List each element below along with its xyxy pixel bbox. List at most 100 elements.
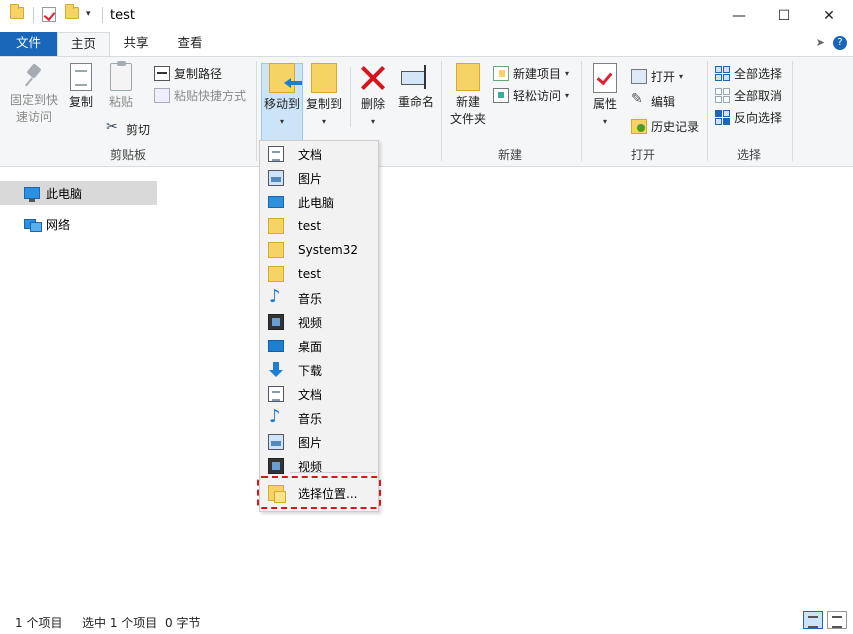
menu-item-folder[interactable]: test [260,262,378,286]
cut-button[interactable]: 剪切 [106,119,150,139]
new-folder-qa-icon[interactable] [65,4,79,19]
invert-selection-button[interactable]: 反向选择 [715,107,782,127]
menu-item-documents[interactable]: 文档 [260,142,378,166]
move-to-button[interactable]: 移动到 ▾ [261,63,303,130]
invert-selection-icon [715,109,730,125]
pc-icon [268,196,284,208]
ribbon-tools: ➤ ? [816,36,847,50]
new-folder-button[interactable]: 新建 文件夹 [447,63,489,128]
history-button[interactable]: 历史记录 [631,116,699,136]
paste-shortcut-label: 粘贴快捷方式 [174,88,247,103]
select-none-button[interactable]: 全部取消 [715,85,782,105]
documents-icon [268,386,284,402]
new-item-icon [493,65,509,81]
qa-customize-icon[interactable]: ▾ [86,9,91,19]
menu-item-music[interactable]: 音乐 [260,406,378,430]
new-item-button[interactable]: 新建项目 ▾ [493,63,569,83]
tab-home[interactable]: 主页 [57,32,110,56]
close-button[interactable]: ✕ [806,0,852,31]
copy-label: 复制 [68,95,93,109]
status-selected-size: 0 字节 [165,616,201,630]
group-label-new: 新建 [498,148,523,162]
pc-icon [24,187,40,202]
menu-item-pictures[interactable]: 图片 [260,166,378,190]
menu-item-folder[interactable]: System32 [260,238,378,262]
qa-separator [102,7,103,23]
menu-item-downloads[interactable]: 下载 [260,358,378,382]
menu-item-label: 此电脑 [298,195,335,210]
folder-icon [268,266,284,282]
folder-icon[interactable] [10,4,24,19]
tab-file[interactable]: 文件 [0,32,57,56]
easy-access-icon [493,87,509,103]
nav-item-label: 网络 [46,217,71,232]
open-button[interactable]: 打开 ▾ [631,66,683,86]
copy-to-label: 复制到 [305,97,342,111]
move-to-icon [269,63,302,93]
properties-icon [593,63,617,93]
menu-item-folder[interactable]: test [260,214,378,238]
copy-to-chevron-down-icon: ▾ [321,117,326,126]
delete-button[interactable]: 删除 ▾ [355,63,391,130]
pin-quick-access-button[interactable]: 固定到快 速访问 [6,63,62,126]
menu-item-label: System32 [298,243,359,257]
download-icon [268,362,284,378]
menu-item-label: 桌面 [298,339,323,354]
new-item-label: 新建项目 [513,66,562,81]
copy-path-button[interactable]: 复制路径 [154,63,222,83]
pin-ribbon-icon[interactable]: ➤ [816,36,825,50]
title-bar: ▾ test — ☐ ✕ [0,0,853,31]
easy-access-label: 轻松访问 [513,88,562,103]
copy-to-icon [311,63,337,93]
easy-access-button[interactable]: 轻松访问 ▾ [493,85,569,105]
large-icons-view-button[interactable] [827,611,847,629]
copy-path-icon [154,65,170,81]
nav-item-this-pc[interactable]: 此电脑 [0,181,157,205]
tab-share[interactable]: 共享 [110,32,162,56]
select-none-label: 全部取消 [734,88,783,103]
maximize-button[interactable]: ☐ [761,0,807,31]
music-icon [268,406,284,427]
minimize-button[interactable]: — [716,0,762,31]
menu-item-documents[interactable]: 文档 [260,382,378,406]
paste-shortcut-button[interactable]: 粘贴快捷方式 [154,85,246,105]
history-icon [631,118,647,134]
properties-chevron-down-icon: ▾ [602,117,607,126]
details-view-button[interactable] [803,611,823,629]
menu-item-label: 下载 [298,363,323,378]
menu-item-videos[interactable]: 视频 [260,310,378,334]
help-icon[interactable]: ? [833,36,847,50]
menu-item-label: 视频 [298,315,323,330]
copy-to-button[interactable]: 复制到 ▾ [303,63,345,130]
rename-button[interactable]: 重命名 [395,63,437,111]
menu-item-music[interactable]: 音乐 [260,286,378,310]
paste-icon [110,61,132,91]
edit-button[interactable]: 编辑 [631,91,675,111]
history-label: 历史记录 [651,119,700,134]
network-icon [24,217,42,232]
edit-icon [631,91,647,109]
properties-label: 属性 [592,97,617,111]
paste-button[interactable]: 粘贴 [104,61,138,111]
nav-item-network[interactable]: 网络 [0,212,157,236]
pin-icon [24,63,44,89]
copy-button[interactable]: 复制 [64,63,98,111]
navigation-pane: 此电脑 网络 [0,168,160,598]
delete-icon [359,63,387,93]
group-separator [581,61,582,161]
group-separator [441,61,442,161]
menu-item-videos[interactable]: 视频 [260,454,378,478]
menu-item-pictures[interactable]: 图片 [260,430,378,454]
tab-view[interactable]: 查看 [162,32,218,56]
group-separator [792,61,793,161]
window-title: test [110,8,135,23]
ribbon-tabs: 文件 主页 共享 查看 ➤ ? [0,31,853,56]
properties-qa-icon[interactable] [42,7,56,22]
select-all-button[interactable]: 全部选择 [715,63,782,83]
properties-button[interactable]: 属性 ▾ [589,63,621,130]
menu-item-desktop[interactable]: 桌面 [260,334,378,358]
menu-item-label: 文档 [298,387,323,402]
menu-item-this-pc[interactable]: 此电脑 [260,190,378,214]
menu-item-label: test [298,267,322,281]
pictures-icon [268,170,284,186]
